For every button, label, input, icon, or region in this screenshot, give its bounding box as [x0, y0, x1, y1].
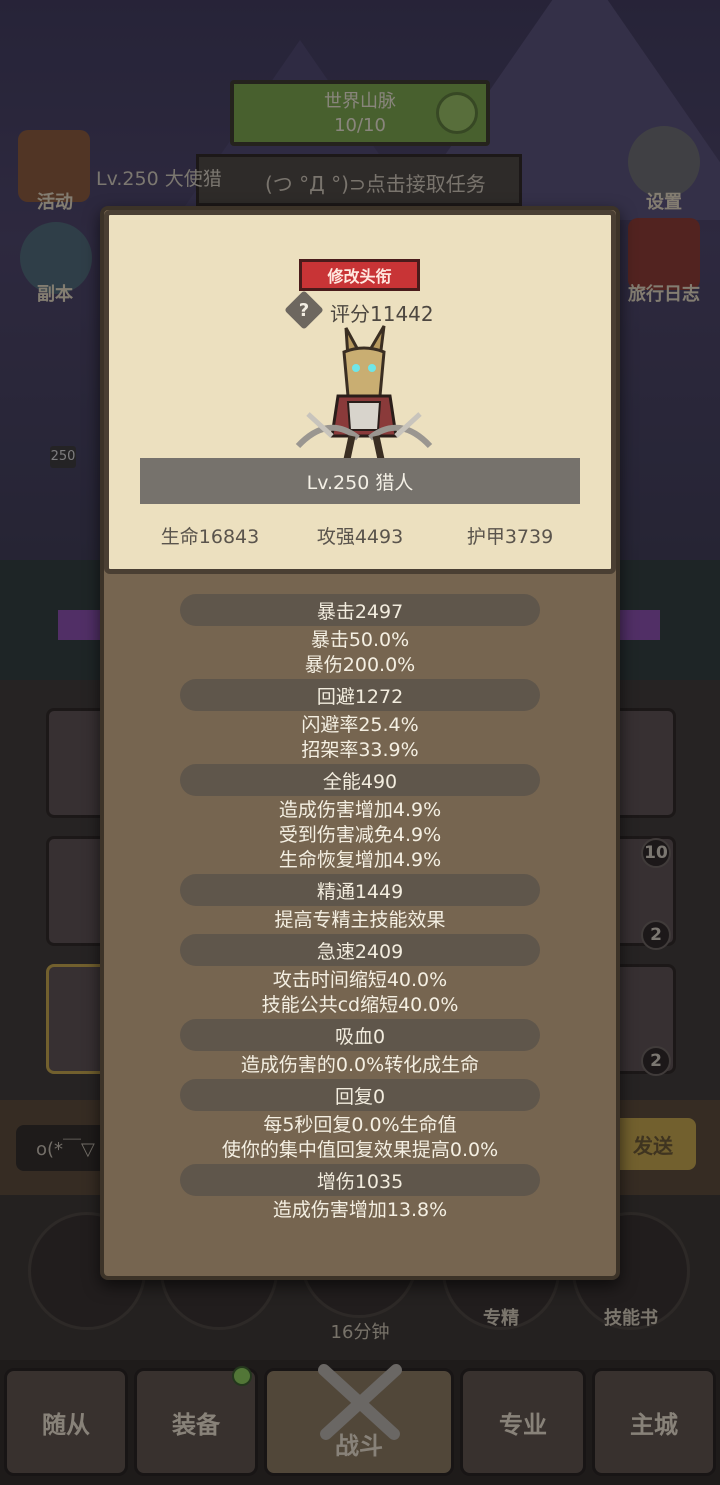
- stat-group-header: 精通1449: [180, 874, 540, 906]
- armor-stat: 护甲3739: [466, 526, 554, 548]
- stat-detail-list: 暴击2497 暴击50.0% 暴伤200.0% 回避1272 闪避率25.4% 招架率33…: [104, 594, 616, 1221]
- stat-group-header: 暴击2497: [180, 594, 540, 626]
- stat-detail-line: 招架率33.9%: [301, 739, 419, 761]
- stat-detail-line: 暴伤200.0%: [304, 654, 416, 676]
- stat-detail-line: 闪避率25.4%: [301, 714, 419, 736]
- stat-detail-line: 造成伤害增加4.9%: [278, 799, 442, 821]
- hp-stat: 生命16843: [160, 526, 260, 548]
- rename-title-button[interactable]: 修改头衔: [299, 259, 420, 291]
- stat-group-header: 回复0: [180, 1079, 540, 1111]
- stat-group-header: 全能490: [180, 764, 540, 796]
- attack-stat: 攻强4493: [316, 526, 404, 548]
- stat-group-header: 急速2409: [180, 934, 540, 966]
- stat-detail-line: 暴击50.0%: [310, 629, 410, 651]
- stat-group-header: 增伤1035: [180, 1164, 540, 1196]
- stat-group-header: 回避1272: [180, 679, 540, 711]
- stat-detail-line: 造成伤害的0.0%转化成生命: [240, 1054, 480, 1076]
- stat-detail-line: 受到伤害减免4.9%: [278, 824, 442, 846]
- hunter-character-portrait: [295, 325, 433, 465]
- stat-detail-line: 提高专精主技能效果: [274, 909, 446, 931]
- stat-detail-line: 技能公共cd缩短40.0%: [261, 994, 459, 1016]
- hero-name-banner: Lv.250 猎人: [140, 458, 580, 504]
- stat-detail-line: 生命恢复增加4.9%: [278, 849, 442, 871]
- stat-detail-line: 每5秒回复0.0%生命值: [263, 1114, 457, 1136]
- stat-detail-line: 使你的集中值回复效果提高0.0%: [221, 1139, 499, 1161]
- stat-group-header: 吸血0: [180, 1019, 540, 1051]
- stat-detail-line: 攻击时间缩短40.0%: [272, 969, 448, 991]
- stat-detail-line: 造成伤害增加13.8%: [272, 1199, 448, 1221]
